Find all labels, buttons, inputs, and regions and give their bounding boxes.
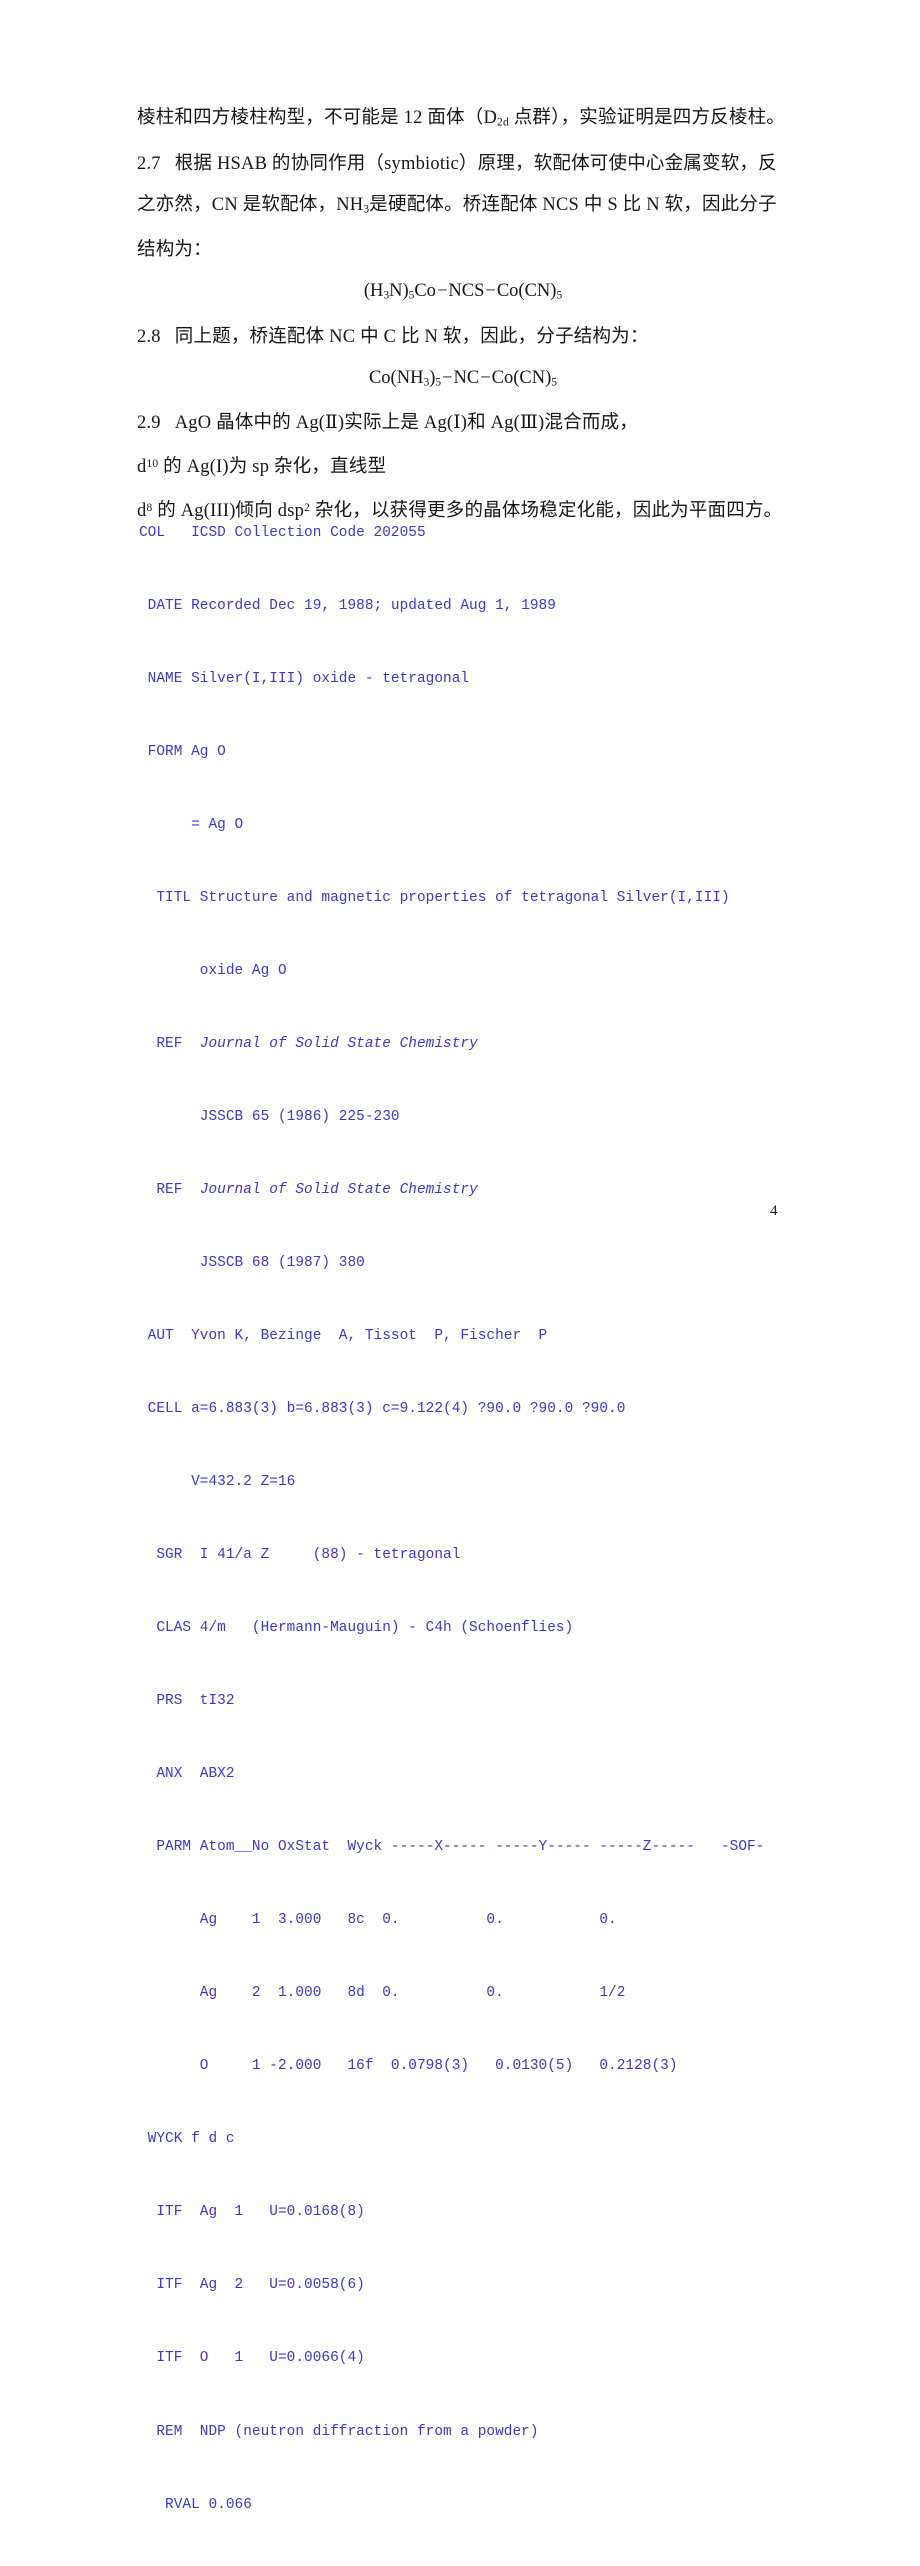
icsd-line-cell: CELL a=6.883(3) b=6.883(3) c=9.122(4) ?9… xyxy=(139,1401,626,1418)
icsd-line-wyck: WYCK f d c xyxy=(139,2131,235,2148)
ref-label xyxy=(139,1182,156,1198)
text-run: 结构为： xyxy=(137,240,212,261)
formula-part: NCS xyxy=(448,281,485,302)
formula-part: Co xyxy=(414,281,436,302)
icsd-itf-row: ITF O 1 U=0.0066(4) xyxy=(139,2350,365,2367)
paragraph-2-7-line-3: 结构为： xyxy=(137,230,789,271)
item-number-2-7: 2.7 xyxy=(137,153,161,174)
formula-part: NC xyxy=(453,367,480,388)
formula-part: Co(CN) xyxy=(496,281,557,302)
formula-part: N) xyxy=(389,281,409,302)
formula-part: (H xyxy=(363,281,384,302)
superscript-10: 10 xyxy=(146,458,159,471)
paragraph-2-7-line-2: 之亦然，CN 是软配体，NH3是硬配体。桥连配体 NCS 中 S 比 N 软，因… xyxy=(137,185,789,231)
icsd-line-ref2: REF Journal of Solid State Chemistry xyxy=(139,1178,859,1202)
icsd-line-cell-volume: V=432.2 Z=16 xyxy=(139,1474,296,1491)
text-run: 点群），实验证明是四方反棱柱。 xyxy=(508,108,785,128)
journal-title-1: Journal of Solid State Chemistry xyxy=(199,1035,478,1052)
item-number-2-9: 2.9 xyxy=(137,413,161,434)
paragraph-line-prism-geometry: 棱柱和四方棱柱构型，不可能是 12 面体（D2d 点群），实验证明是四方反棱柱。 xyxy=(137,98,789,144)
icsd-line-ref2-citation: JSSCB 68 (1987) 380 xyxy=(139,1255,365,1271)
bond-dash-icon: − xyxy=(485,281,496,302)
icsd-line-ref1: REF Journal of Solid State Chemistry xyxy=(139,1032,859,1056)
bond-dash-icon: − xyxy=(436,281,448,302)
icsd-line-date: DATE Recorded Dec 19, 1988; updated Aug … xyxy=(139,597,556,614)
prose-body: 棱柱和四方棱柱构型，不可能是 12 面体（D2d 点群），实验证明是四方反棱柱。… xyxy=(137,98,789,532)
journal-title-2: Journal of Solid State Chemistry xyxy=(199,1181,478,1198)
paragraph-2-7-line-1: 2.7 根据 HSAB 的协同作用（symbiotic）原理，软配体可使中心金属变… xyxy=(137,144,789,185)
paragraph-2-8: 2.8 同上题，桥连配体 NC 中 C 比 N 软，因此，分子结构为： xyxy=(137,317,789,358)
chemical-formula-1: (H3N)5Co−NCS−Co(CN)5 xyxy=(137,271,789,317)
item-number-2-8: 2.8 xyxy=(137,326,161,347)
page-number: 4 xyxy=(770,1203,778,1219)
icsd-line-clas: CLAS 4/m (Hermann-Mauguin) - C4h (Schoen… xyxy=(139,1620,574,1637)
icsd-line-rem: REM NDP (neutron diffraction from a powd… xyxy=(139,2423,539,2440)
icsd-line-parm-header: PARM Atom__No OxStat Wyck -----X----- --… xyxy=(139,1839,765,1856)
icsd-line-titl-cont: oxide Ag O xyxy=(139,962,287,979)
ref-label xyxy=(139,1036,156,1052)
text-run: 之亦然，CN 是软配体，NH xyxy=(137,194,364,215)
formula-part: Co(NH xyxy=(368,367,424,388)
text-run: 是硬配体。桥连配体 NCS 中 S 比 N 软，因此分子 xyxy=(369,194,777,215)
icsd-record-block: COL ICSD Collection Code 202055 DATE Rec… xyxy=(139,472,859,2566)
icsd-parm-row: O 1 -2.000 16f 0.0798(3) 0.0130(5) 0.212… xyxy=(139,2058,678,2075)
ref-tag: REF xyxy=(156,1181,183,1198)
text-run: 棱柱和四方棱柱构型，不可能是 12 面体（D xyxy=(137,108,498,128)
text-run: AgO 晶体中的 Ag(Ⅱ)实际上是 Ag(Ⅰ)和 Ag(Ⅲ)混合而成， xyxy=(174,413,638,434)
formula-part: Co(CN) xyxy=(491,367,552,388)
icsd-line-form: FORM Ag O xyxy=(139,743,226,760)
document-page: 棱柱和四方棱柱构型，不可能是 12 面体（D2d 点群），实验证明是四方反棱柱。… xyxy=(0,0,920,2513)
icsd-line-rval: RVAL 0.066 xyxy=(139,2496,252,2513)
icsd-itf-row: ITF Ag 2 U=0.0058(6) xyxy=(139,2277,365,2294)
bond-dash-icon: − xyxy=(480,367,491,388)
icsd-line-col: COL ICSD Collection Code 202055 xyxy=(139,524,426,541)
text-run: 同上题，桥连配体 NC 中 C 比 N 软，因此，分子结构为： xyxy=(174,326,649,347)
icsd-line-prs: PRS tI32 xyxy=(139,1693,235,1710)
ref-tag: REF xyxy=(156,1035,183,1052)
chemical-formula-2: Co(NH3)5−NC−Co(CN)5 xyxy=(137,358,789,404)
icsd-line-name: NAME Silver(I,III) oxide - tetragonal xyxy=(139,670,470,687)
subscript-2d: 2d xyxy=(497,116,509,129)
formula-subscript: 5 xyxy=(556,289,563,302)
text-run: 根据 HSAB 的协同作用（symbiotic）原理，软配体可使中心金属变软，反 xyxy=(174,153,777,174)
icsd-line-titl: TITL Structure and magnetic properties o… xyxy=(139,889,730,906)
formula-subscript: 5 xyxy=(551,376,558,389)
icsd-line-ref1-citation: JSSCB 65 (1986) 225-230 xyxy=(139,1108,400,1125)
icsd-itf-row: ITF Ag 1 U=0.0168(8) xyxy=(139,2204,365,2221)
icsd-parm-row: Ag 1 3.000 8c 0. 0. 0. xyxy=(139,1912,617,1929)
icsd-parm-row: Ag 2 1.000 8d 0. 0. 1/2 xyxy=(139,1985,626,2002)
icsd-line-anx: ANX ABX2 xyxy=(139,1766,235,1783)
icsd-line-aut: AUT Yvon K, Bezinge A, Tissot P, Fischer… xyxy=(139,1328,548,1345)
icsd-line-sgr: SGR I 41/a Z (88) - tetragonal xyxy=(139,1547,461,1564)
icsd-line-form-alt: = Ag O xyxy=(139,816,244,833)
paragraph-2-9-line-1: 2.9 AgO 晶体中的 Ag(Ⅱ)实际上是 Ag(Ⅰ)和 Ag(Ⅲ)混合而成， xyxy=(137,403,789,444)
bond-dash-icon: − xyxy=(442,367,453,388)
